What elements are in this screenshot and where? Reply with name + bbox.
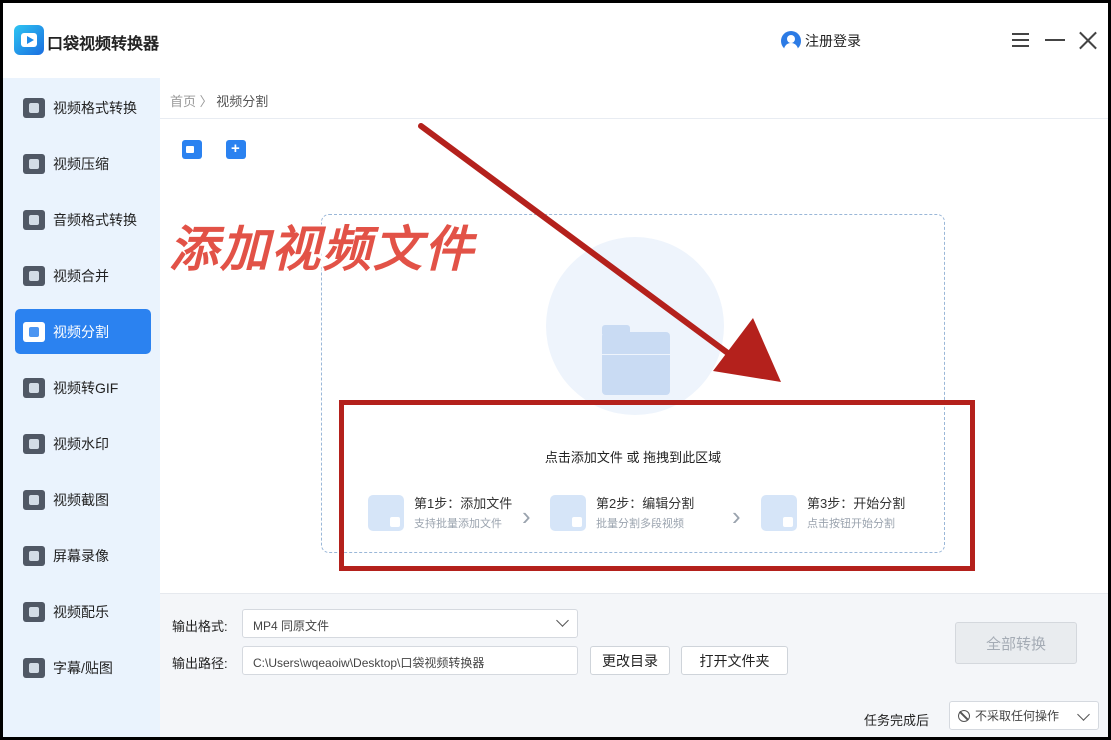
- annotation-highlight-box: [339, 400, 975, 571]
- output-panel: 输出格式: MP4 同原文件 输出路径: C:\Users\wqeaoiw\De…: [160, 593, 1108, 737]
- sidebar-item-label: 屏幕录像: [53, 547, 109, 564]
- change-directory-button[interactable]: 更改目录: [590, 646, 670, 675]
- chevron-down-icon: [1077, 708, 1090, 721]
- sidebar-item-audio-format[interactable]: 音频格式转换: [15, 197, 151, 242]
- sidebar-item-label: 视频格式转换: [53, 99, 137, 116]
- sidebar-item-subtitle[interactable]: 字幕/贴图: [15, 645, 151, 690]
- breadcrumb-current: 视频分割: [216, 94, 269, 109]
- drop-illustration: [546, 237, 724, 415]
- compress-icon: [23, 153, 45, 174]
- ban-icon: [958, 709, 970, 722]
- sidebar-item-label: 视频转GIF: [53, 379, 119, 396]
- sidebar-item-label: 音频格式转换: [53, 211, 137, 228]
- app-window: 口袋视频转换器 注册登录 视频格式转换 视频压缩 音频格式转换 视频合并 视频分…: [3, 3, 1108, 737]
- audio-convert-icon: [23, 209, 45, 230]
- merge-icon: [23, 265, 45, 286]
- convert-all-button[interactable]: 全部转换: [955, 622, 1077, 664]
- sidebar-item-label: 字幕/贴图: [53, 659, 113, 676]
- sidebar-item-video-screenshot[interactable]: 视频截图: [15, 477, 151, 522]
- user-icon: [781, 31, 801, 51]
- sidebar-item-label: 视频分割: [53, 323, 109, 340]
- sidebar-item-label: 视频截图: [53, 491, 109, 508]
- sidebar-item-label: 视频配乐: [53, 603, 109, 620]
- after-task-select[interactable]: 不采取任何操作: [949, 701, 1099, 730]
- format-convert-icon: [23, 97, 45, 118]
- sidebar-item-video-music[interactable]: 视频配乐: [15, 589, 151, 634]
- sidebar-item-video-compress[interactable]: 视频压缩: [15, 141, 151, 186]
- annotation-text: 添加视频文件: [169, 223, 476, 277]
- login-label: 注册登录: [805, 33, 861, 49]
- after-task-value: 不采取任何操作: [975, 709, 1060, 723]
- sidebar-item-video-format[interactable]: 视频格式转换: [15, 85, 151, 130]
- subtitle-icon: [23, 657, 45, 678]
- sidebar-item-screen-record[interactable]: 屏幕录像: [15, 533, 151, 578]
- close-icon[interactable]: [1077, 29, 1099, 51]
- path-label: 输出路径:: [172, 656, 228, 671]
- app-title: 口袋视频转换器: [47, 36, 160, 53]
- sidebar-item-label: 视频压缩: [53, 155, 109, 172]
- sidebar-item-video-merge[interactable]: 视频合并: [15, 253, 151, 298]
- divider: [160, 118, 1108, 119]
- output-path-field[interactable]: C:\Users\wqeaoiw\Desktop\口袋视频转换器: [242, 646, 578, 675]
- chevron-down-icon: [556, 614, 569, 627]
- breadcrumb: 首页 〉 视频分割: [170, 91, 268, 110]
- screen-record-icon: [23, 545, 45, 566]
- sidebar-item-video-watermark[interactable]: 视频水印: [15, 421, 151, 466]
- format-select[interactable]: MP4 同原文件: [242, 609, 578, 638]
- add-folder-icon[interactable]: [226, 140, 246, 159]
- format-value: MP4 同原文件: [253, 619, 330, 633]
- menu-icon[interactable]: [1009, 29, 1031, 51]
- format-label: 输出格式:: [172, 619, 228, 634]
- login-button[interactable]: 注册登录: [781, 31, 861, 51]
- breadcrumb-home[interactable]: 首页: [170, 94, 196, 109]
- split-icon: [23, 321, 45, 342]
- sidebar-item-label: 视频水印: [53, 435, 109, 452]
- sidebar: 视频格式转换 视频压缩 音频格式转换 视频合并 视频分割 视频转GIF 视频水印: [3, 78, 160, 737]
- minimize-icon[interactable]: [1044, 29, 1066, 51]
- watermark-icon: [23, 433, 45, 454]
- sidebar-item-video-split[interactable]: 视频分割: [15, 309, 151, 354]
- add-video-icon[interactable]: [182, 140, 202, 159]
- open-folder-button[interactable]: 打开文件夹: [681, 646, 788, 675]
- title-bar: 口袋视频转换器 注册登录: [3, 3, 1108, 78]
- music-icon: [23, 601, 45, 622]
- sidebar-item-video-gif[interactable]: 视频转GIF: [15, 365, 151, 410]
- app-logo-icon: [14, 25, 44, 55]
- after-task-label: 任务完成后: [864, 713, 930, 728]
- gif-icon: [23, 377, 45, 398]
- folder-icon: [602, 325, 670, 395]
- sidebar-item-label: 视频合并: [53, 267, 109, 284]
- breadcrumb-separator: 〉: [199, 94, 213, 109]
- screenshot-icon: [23, 489, 45, 510]
